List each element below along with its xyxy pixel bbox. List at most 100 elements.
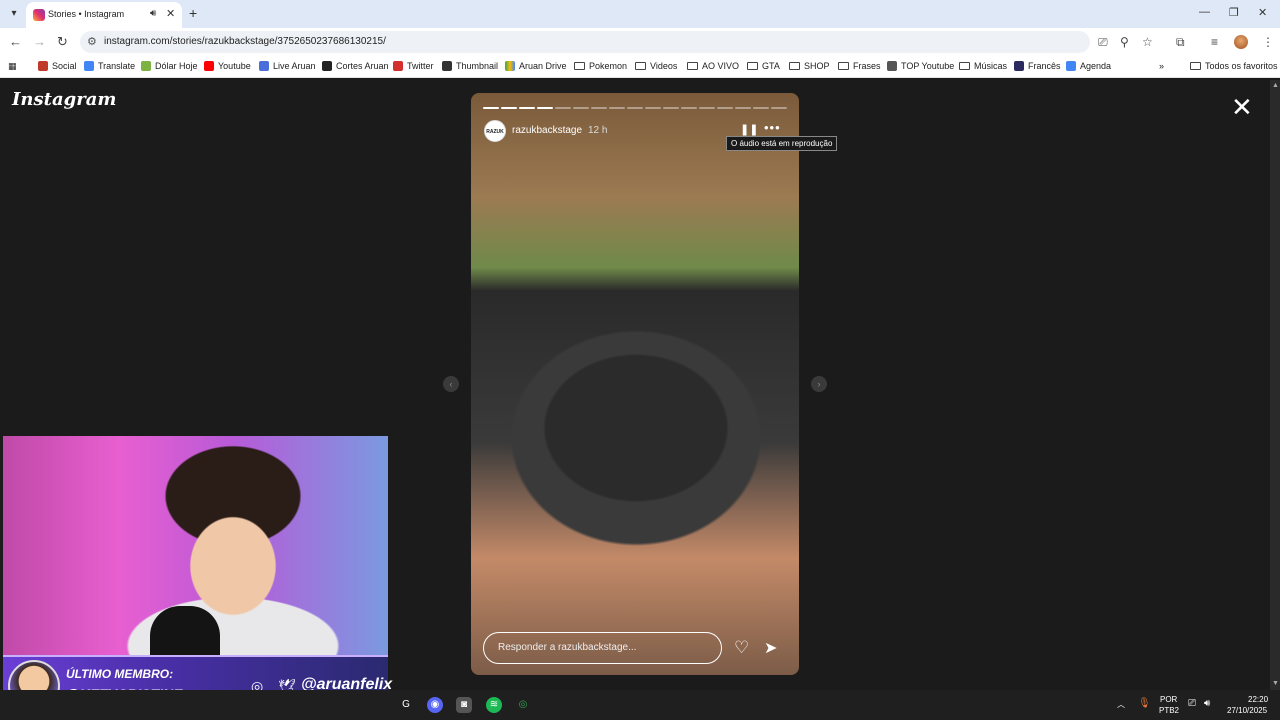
instagram-favicon-icon — [33, 9, 45, 21]
spotify-icon[interactable]: ≋ — [486, 697, 502, 713]
folder-icon — [1190, 62, 1201, 70]
more-options-icon[interactable]: ••• — [764, 120, 781, 135]
send-icon[interactable]: ➤ — [764, 638, 777, 658]
tab-bar: ▾ Stories • Instagram 🔊︎ ✕ + — ❐ ✕ — [0, 0, 1280, 28]
window-close-icon[interactable]: ✕ — [1258, 6, 1267, 19]
thumbnail-icon — [442, 61, 452, 71]
lang-code[interactable]: POR — [1160, 695, 1177, 704]
tab-stories[interactable]: Stories • Instagram 🔊︎ ✕ — [26, 2, 182, 28]
bookmark-cortes[interactable]: Cortes Aruan — [322, 61, 389, 71]
bookmark-thumbnail[interactable]: Thumbnail — [442, 61, 498, 71]
scroll-down-icon[interactable]: ▼ — [1272, 680, 1279, 687]
bookmark-twitter[interactable]: Twitter — [393, 61, 434, 71]
bookmark-label: Twitter — [407, 61, 434, 71]
folder-icon — [789, 62, 800, 70]
mic-tray-icon[interactable]: 🎙︎ — [1138, 698, 1151, 709]
close-story-icon[interactable]: ✕ — [1231, 94, 1253, 120]
discord-icon[interactable]: ◉ — [427, 697, 443, 713]
progress-segment — [663, 107, 679, 109]
bookmark-gta[interactable]: GTA — [747, 61, 780, 71]
prev-story-icon[interactable]: ‹ — [443, 376, 459, 392]
bookmark-frances[interactable]: Francês — [1014, 61, 1061, 71]
apps-icon[interactable]: ▦ — [8, 61, 17, 72]
back-icon[interactable]: ← — [9, 34, 22, 49]
story-avatar[interactable]: RAZUK — [484, 120, 506, 142]
bookmark-aovivo[interactable]: AO VIVO — [687, 61, 739, 71]
bookmark-label: Agenda — [1080, 61, 1112, 71]
bookmark-pokemon[interactable]: Pokemon — [574, 61, 627, 71]
restore-icon[interactable]: ❐ — [1229, 6, 1239, 19]
progress-segment — [519, 107, 535, 109]
all-bookmarks[interactable]: Todos os favoritos — [1190, 61, 1278, 71]
story-username[interactable]: razukbackstage — [512, 125, 582, 136]
bookmark-label: GTA — [762, 61, 780, 71]
progress-segment — [501, 107, 517, 109]
profile-avatar[interactable] — [1234, 35, 1248, 49]
bookmarks-more-icon[interactable]: » — [1159, 61, 1164, 71]
bookmark-drive[interactable]: Aruan Drive — [505, 61, 567, 71]
story-media[interactable] — [471, 93, 799, 675]
bookmark-musicas[interactable]: Músicas — [959, 61, 1007, 71]
scroll-up-icon[interactable]: ▲ — [1272, 82, 1279, 89]
progress-segment — [753, 107, 769, 109]
lang-layout[interactable]: PTB2 — [1159, 706, 1179, 715]
new-tab-icon[interactable]: + — [189, 5, 197, 21]
twitter-icon — [393, 61, 403, 71]
bookmark-label: TOP Youtube — [901, 61, 955, 71]
media-control-icon[interactable]: ≡ — [1211, 35, 1218, 49]
bookmark-star-icon[interactable]: ☆ — [1142, 35, 1153, 49]
extensions-icon[interactable]: ⧉ — [1176, 35, 1185, 50]
audio-tooltip: O áudio está em reprodução — [726, 136, 838, 151]
clock-time[interactable]: 22:20 — [1248, 695, 1268, 704]
bookmark-top-youtube[interactable]: TOP Youtube — [887, 61, 954, 71]
tab-search-icon[interactable]: ▾ — [6, 6, 22, 22]
bookmark-youtube[interactable]: Youtube — [204, 61, 251, 71]
clock-date[interactable]: 27/10/2025 — [1227, 706, 1267, 715]
minimize-icon[interactable]: — — [1199, 6, 1210, 18]
folder-icon — [635, 62, 646, 70]
bookmark-label: AO VIVO — [702, 61, 740, 71]
bookmark-label: Dólar Hoje — [155, 61, 198, 71]
address-bar[interactable]: ⚙ instagram.com/stories/razukbackstage/3… — [80, 31, 1153, 53]
toolbar: ← → ↻ ⚙ instagram.com/stories/razukbacks… — [0, 28, 1280, 56]
next-story-icon[interactable]: › — [811, 376, 827, 392]
volume-icon[interactable]: 🔊︎ — [1204, 698, 1210, 709]
reload-icon[interactable]: ↻ — [57, 34, 68, 50]
dollar-icon — [141, 61, 151, 71]
scrollbar[interactable] — [1270, 80, 1280, 690]
bookmark-shop[interactable]: SHOP — [789, 61, 830, 71]
reply-input[interactable]: Responder a razukbackstage... — [483, 632, 722, 664]
forward-icon[interactable]: → — [33, 34, 46, 49]
pause-icon[interactable]: ❚❚ — [740, 123, 758, 136]
bookmark-agenda[interactable]: Agenda — [1066, 61, 1111, 71]
chrome-icon[interactable]: ◎ — [515, 697, 531, 713]
progress-segment — [645, 107, 661, 109]
camera-icon[interactable]: ◙ — [456, 697, 472, 713]
bookmark-label: Videos — [650, 61, 678, 71]
install-icon[interactable]: ⎚ — [1098, 35, 1108, 50]
bookmark-label: Todos os favoritos — [1205, 61, 1278, 71]
tab-close-icon[interactable]: ✕ — [166, 7, 175, 20]
folder-icon — [574, 62, 585, 70]
instagram-logo[interactable]: Instagram — [12, 89, 116, 110]
bookmark-label: SHOP — [804, 61, 830, 71]
tray-expand-icon[interactable]: ︿ — [1117, 699, 1125, 710]
bookmark-live-aruan[interactable]: Live Aruan — [259, 61, 316, 71]
site-info-icon[interactable]: ⚙ — [87, 35, 97, 48]
folder-icon — [747, 62, 758, 70]
zoom-icon[interactable]: ⚲ — [1120, 35, 1129, 49]
bookmark-videos[interactable]: Videos — [635, 61, 677, 71]
story-time: 12 h — [588, 125, 608, 136]
calendar-icon — [1066, 61, 1076, 71]
flag-icon — [1014, 61, 1024, 71]
bookmark-dolar[interactable]: Dólar Hoje — [141, 61, 198, 71]
progress-segment — [627, 107, 643, 109]
g-app-icon[interactable]: G — [398, 697, 414, 713]
network-icon[interactable]: ⎚ — [1188, 698, 1196, 709]
menu-icon[interactable]: ⋮ — [1262, 35, 1274, 49]
bookmark-frases[interactable]: Frases — [838, 61, 881, 71]
bookmark-translate[interactable]: Translate — [84, 61, 135, 71]
speaker-icon[interactable]: 🔊︎ — [150, 8, 156, 19]
bookmark-social[interactable]: Social — [38, 61, 77, 71]
like-heart-icon[interactable]: ♡ — [734, 638, 749, 658]
